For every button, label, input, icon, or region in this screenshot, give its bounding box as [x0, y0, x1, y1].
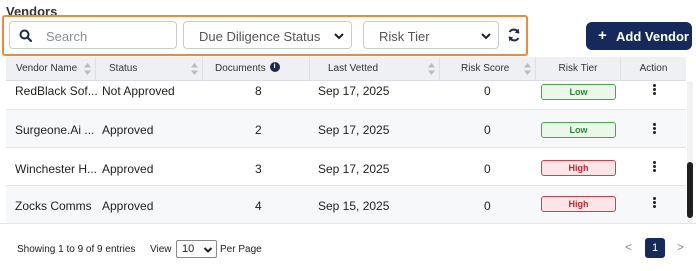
vendor-name[interactable]: Zocks Comms: [15, 199, 92, 213]
vendor-status: Approved: [102, 162, 154, 176]
add-vendor-button[interactable]: + Add Vendor: [586, 22, 692, 50]
vendor-documents: 4: [255, 199, 262, 213]
column-status[interactable]: Status: [96, 57, 203, 81]
per-page-select[interactable]: 10: [176, 240, 217, 258]
vendor-status: Approved: [102, 123, 154, 137]
vendor-risk-score: 0: [484, 162, 491, 176]
per-page-value: 10: [182, 243, 195, 255]
sort-icon: [84, 63, 91, 75]
vendor-status: Approved: [102, 199, 154, 213]
more-actions-icon[interactable]: [649, 122, 659, 136]
vendor-last-vetted: Sep 17, 2025: [318, 162, 390, 176]
risk-tier-badge: Low: [541, 84, 616, 100]
more-actions-icon[interactable]: [649, 160, 659, 174]
vendor-documents: 8: [255, 84, 262, 98]
add-vendor-label: Add Vendor: [616, 29, 689, 44]
vendor-last-vetted: Sep 17, 2025: [318, 84, 390, 98]
sort-icon: [428, 63, 435, 75]
per-page-label: Per Page: [220, 244, 262, 255]
column-vendor-name[interactable]: Vendor Name: [6, 57, 96, 81]
current-page-button[interactable]: 1: [645, 238, 665, 258]
vendor-documents: 2: [255, 123, 262, 137]
vendor-table-body: RedBlack Sof... Not Approved 8 Sep 17, 2…: [6, 82, 686, 223]
chevron-down-icon: [203, 247, 213, 253]
more-actions-icon[interactable]: [649, 196, 659, 210]
column-risk-score[interactable]: Risk Score: [440, 57, 536, 81]
plus-icon: +: [598, 27, 607, 44]
vendor-risk-score: 0: [484, 123, 491, 137]
filter-bar: Search Due Diligence Status Risk Tier: [2, 15, 528, 56]
table-row[interactable]: Surgeone.Ai ... Approved 2 Sep 17, 2025 …: [6, 110, 686, 148]
more-actions-icon[interactable]: [649, 83, 659, 97]
next-page-button[interactable]: >: [677, 240, 684, 254]
column-risk-tier[interactable]: Risk Tier: [536, 57, 621, 81]
table-scrollbar-thumb[interactable]: [687, 162, 693, 218]
table-row[interactable]: Zocks Comms Approved 4 Sep 15, 2025 0 Hi…: [6, 186, 686, 223]
chevron-down-icon: [334, 33, 344, 40]
risk-tier-value: Risk Tier: [379, 29, 430, 44]
column-action: Action: [639, 63, 668, 74]
vendor-risk-score: 0: [484, 199, 491, 213]
view-label: View: [150, 244, 172, 255]
vendor-name[interactable]: Surgeone.Ai ...: [15, 123, 94, 137]
vendor-name[interactable]: RedBlack Sof...: [15, 84, 98, 98]
chevron-down-icon: [481, 33, 491, 40]
sort-icon: [524, 63, 531, 75]
table-row[interactable]: RedBlack Sof... Not Approved 8 Sep 17, 2…: [6, 82, 686, 110]
risk-tier-select[interactable]: Risk Tier: [363, 21, 499, 49]
vendor-last-vetted: Sep 15, 2025: [318, 199, 390, 213]
sort-icon: [191, 63, 198, 75]
due-diligence-value: Due Diligence Status: [199, 29, 321, 44]
risk-tier-badge: High: [541, 160, 616, 176]
previous-page-button[interactable]: <: [625, 240, 632, 254]
column-documents[interactable]: Documents i: [203, 57, 310, 81]
vendor-status: Not Approved: [102, 84, 175, 98]
info-icon[interactable]: i: [269, 62, 280, 73]
vendor-name[interactable]: Winchester H...: [15, 162, 97, 176]
risk-tier-badge: Low: [541, 122, 616, 138]
vendor-risk-score: 0: [484, 84, 491, 98]
table-row[interactable]: Winchester H... Approved 3 Sep 17, 2025 …: [6, 148, 686, 186]
search-input[interactable]: Search: [9, 21, 177, 49]
search-placeholder: Search: [46, 29, 88, 44]
due-diligence-select[interactable]: Due Diligence Status: [183, 21, 352, 49]
entries-summary: Showing 1 to 9 of 9 entries: [17, 244, 136, 255]
vendor-last-vetted: Sep 17, 2025: [318, 123, 390, 137]
table-header: Vendor Name Status Documents i Last Vette…: [6, 57, 686, 81]
vendor-documents: 3: [255, 162, 262, 176]
search-icon: [19, 29, 33, 43]
column-last-vetted[interactable]: Last Vetted: [310, 57, 440, 81]
risk-tier-badge: High: [541, 196, 616, 212]
refresh-icon[interactable]: [506, 27, 522, 43]
